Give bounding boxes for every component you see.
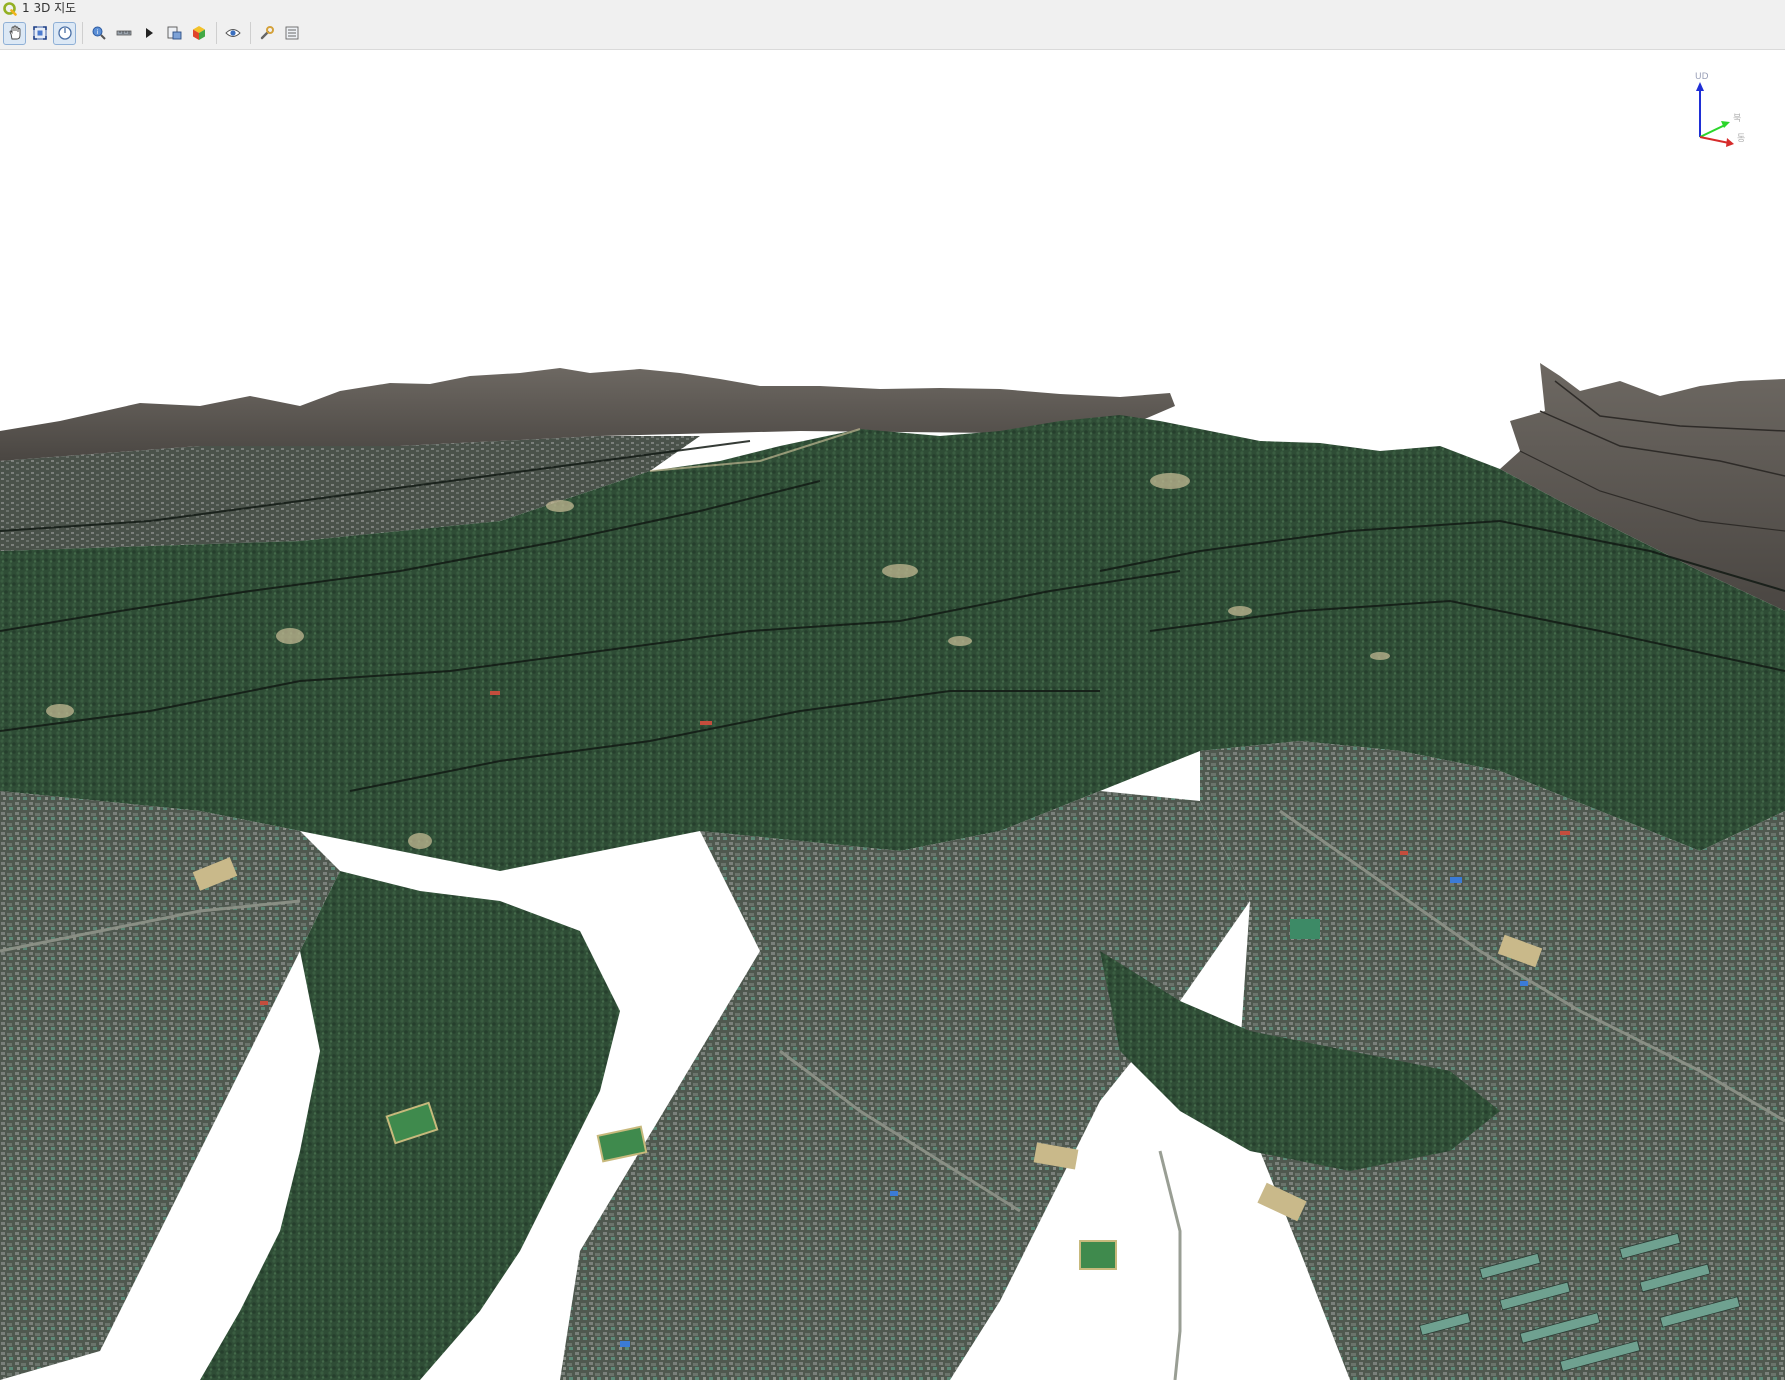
measure-line-button[interactable] <box>112 22 135 45</box>
up-axis-label: UD <box>1695 72 1709 82</box>
view-eye-icon <box>224 29 241 37</box>
east-arrow-icon <box>1726 138 1734 147</box>
urban-valley-center <box>560 791 1250 1380</box>
axes-navigation-gizmo[interactable]: UD 북 동 <box>1675 71 1765 161</box>
camera-rotate-button[interactable] <box>53 21 76 45</box>
zoom-full-button[interactable] <box>28 22 51 45</box>
map-3d-toolbar: i <box>0 17 1785 50</box>
toolbar-separator <box>250 22 251 44</box>
camera-control-button[interactable] <box>3 21 26 45</box>
export-3d-button[interactable] <box>187 22 210 45</box>
save-image-button[interactable] <box>162 22 185 45</box>
east-axis-label: 동 <box>1737 133 1745 144</box>
settings-wrench-icon <box>260 26 274 40</box>
zoom-full-icon <box>32 26 47 40</box>
view-options-button[interactable] <box>221 22 244 45</box>
identify-button[interactable]: i <box>87 22 110 45</box>
east-axis <box>1699 136 1730 144</box>
animation-play-icon <box>145 28 153 38</box>
pan-hand-icon <box>9 25 20 40</box>
options-menu-button[interactable] <box>280 22 303 45</box>
measure-line-icon <box>116 30 131 36</box>
save-image-icon <box>167 26 181 40</box>
toolbar-separator <box>82 22 83 44</box>
identify-icon: i <box>92 26 106 40</box>
animation-play-button[interactable] <box>137 22 160 45</box>
options-menu-icon <box>285 26 298 40</box>
terrain-scene <box>0 363 1785 1380</box>
toolbar-separator <box>216 22 217 44</box>
window-title: 1 3D 지도 <box>22 1 77 15</box>
settings-button[interactable] <box>255 22 278 45</box>
north-axis-label: 북 <box>1733 113 1741 124</box>
title-bar: 1 3D 지도 <box>0 0 1785 17</box>
export-3d-icon <box>192 26 205 40</box>
qgis-logo-icon <box>3 1 17 16</box>
map-3d-window: 1 3D 지도 i UD 북 동 <box>0 0 1785 1380</box>
map-3d-viewport[interactable]: UD 북 동 <box>0 51 1785 1380</box>
camera-rotate-icon <box>57 26 72 40</box>
up-arrow-icon <box>1696 82 1704 91</box>
north-axis <box>1699 124 1726 138</box>
